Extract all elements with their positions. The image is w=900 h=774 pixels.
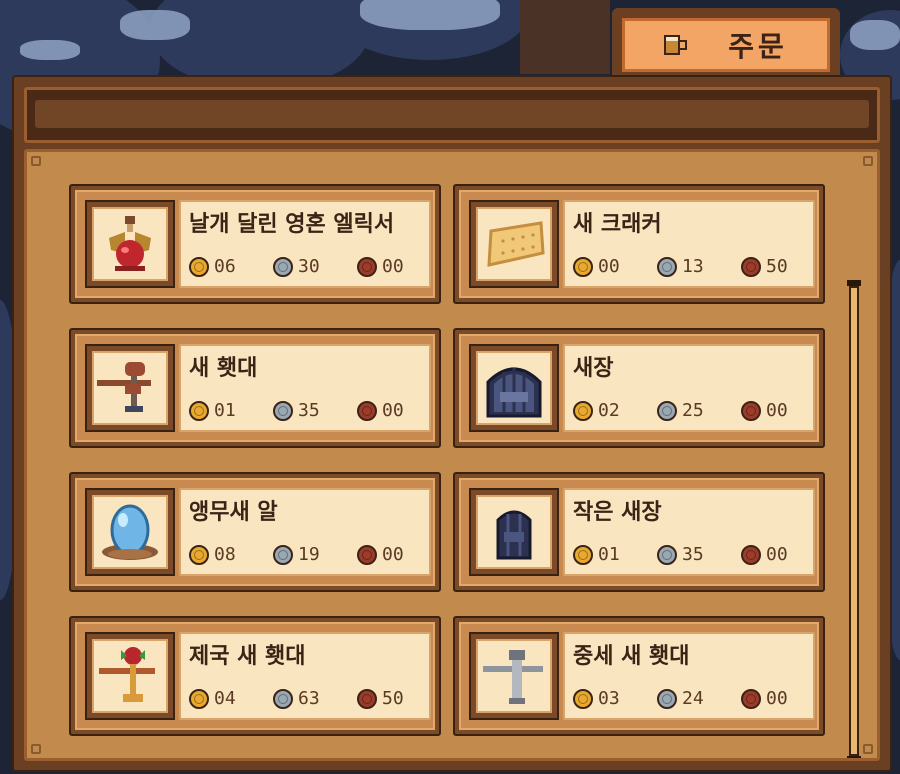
beer-mug-icon <box>664 33 688 57</box>
gold-coin-icon <box>189 688 209 709</box>
silver-coin-icon <box>273 256 293 277</box>
gold-coin-icon <box>573 544 593 565</box>
copper-coin-icon <box>357 688 377 709</box>
copper-coin-icon <box>357 544 377 565</box>
item-card-medieval-bird-perch[interactable]: 중세 새 횃대 03 24 00 <box>453 616 825 736</box>
copper-price: 50 <box>766 256 788 277</box>
silver-price: 30 <box>298 256 320 277</box>
silver-price: 24 <box>682 688 704 709</box>
item-card-bird-cracker[interactable]: 새 크래커 00 13 50 <box>453 184 825 304</box>
silver-coin-icon <box>273 544 293 565</box>
gold-price: 01 <box>598 544 620 565</box>
header-text-area <box>35 100 869 128</box>
item-name: 제국 새 횃대 <box>189 644 306 669</box>
item-name: 새 횃대 <box>189 356 258 381</box>
copper-price: 00 <box>382 256 404 277</box>
gold-coin-icon <box>189 400 209 421</box>
copper-price: 00 <box>766 544 788 565</box>
gold-price: 03 <box>598 688 620 709</box>
small-birdcage-icon <box>496 510 532 560</box>
item-name: 작은 새장 <box>573 500 662 525</box>
item-name: 날개 달린 영혼 엘릭서 <box>189 212 395 237</box>
copper-coin-icon <box>741 400 761 421</box>
copper-coin-icon <box>741 256 761 277</box>
item-name: 새장 <box>573 356 614 381</box>
parrot-egg-icon <box>102 504 158 560</box>
tab-label: 주문 <box>728 30 788 63</box>
item-list: 날개 달린 영혼 엘릭서 06 30 00 새 크래커 00 13 50 새 횃… <box>24 149 880 761</box>
silver-price: 25 <box>682 400 704 421</box>
silver-price: 35 <box>682 544 704 565</box>
winged-soul-elixir-icon <box>109 216 151 271</box>
item-card-birdcage[interactable]: 새장 02 25 00 <box>453 328 825 448</box>
silver-coin-icon <box>657 688 677 709</box>
silver-coin-icon <box>273 688 293 709</box>
copper-coin-icon <box>357 256 377 277</box>
gold-price: 01 <box>214 400 236 421</box>
silver-price: 19 <box>298 544 320 565</box>
birdcage-icon <box>486 367 542 418</box>
gold-price: 08 <box>214 544 236 565</box>
copper-coin-icon <box>741 688 761 709</box>
silver-coin-icon <box>657 256 677 277</box>
silver-coin-icon <box>273 400 293 421</box>
order-panel: 날개 달린 영혼 엘릭서 06 30 00 새 크래커 00 13 50 새 횃… <box>12 75 892 772</box>
item-card-winged-soul-elixir[interactable]: 날개 달린 영혼 엘릭서 06 30 00 <box>69 184 441 304</box>
bird-cracker-icon <box>487 221 545 267</box>
gold-coin-icon <box>189 544 209 565</box>
item-name: 새 크래커 <box>573 212 662 237</box>
gold-coin-icon <box>573 400 593 421</box>
header-bar <box>24 87 880 143</box>
copper-price: 50 <box>382 688 404 709</box>
item-card-small-birdcage[interactable]: 작은 새장 01 35 00 <box>453 472 825 592</box>
copper-coin-icon <box>741 544 761 565</box>
silver-price: 35 <box>298 400 320 421</box>
gold-price: 04 <box>214 688 236 709</box>
medieval-bird-perch-icon <box>483 650 543 704</box>
item-name: 중세 새 횃대 <box>573 644 690 669</box>
silver-coin-icon <box>657 400 677 421</box>
gold-coin-icon <box>573 688 593 709</box>
copper-price: 00 <box>766 688 788 709</box>
copper-price: 00 <box>382 400 404 421</box>
bird-perch-icon <box>97 362 151 412</box>
gold-price: 00 <box>598 256 620 277</box>
gold-price: 06 <box>214 256 236 277</box>
silver-coin-icon <box>657 544 677 565</box>
imperial-bird-perch-icon <box>99 647 155 702</box>
scrollbar-bottom-cap <box>847 756 861 758</box>
item-card-imperial-bird-perch[interactable]: 제국 새 횃대 04 63 50 <box>69 616 441 736</box>
silver-price: 63 <box>298 688 320 709</box>
item-card-parrot-egg[interactable]: 앵무새 알 08 19 00 <box>69 472 441 592</box>
gold-coin-icon <box>189 256 209 277</box>
copper-price: 00 <box>766 400 788 421</box>
item-name: 앵무새 알 <box>189 500 278 525</box>
gold-price: 02 <box>598 400 620 421</box>
copper-coin-icon <box>357 400 377 421</box>
gold-coin-icon <box>573 256 593 277</box>
order-tab[interactable]: 주문 <box>612 8 840 78</box>
silver-price: 13 <box>682 256 704 277</box>
scrollbar[interactable] <box>849 286 859 756</box>
item-card-bird-perch[interactable]: 새 횃대 01 35 00 <box>69 328 441 448</box>
copper-price: 00 <box>382 544 404 565</box>
